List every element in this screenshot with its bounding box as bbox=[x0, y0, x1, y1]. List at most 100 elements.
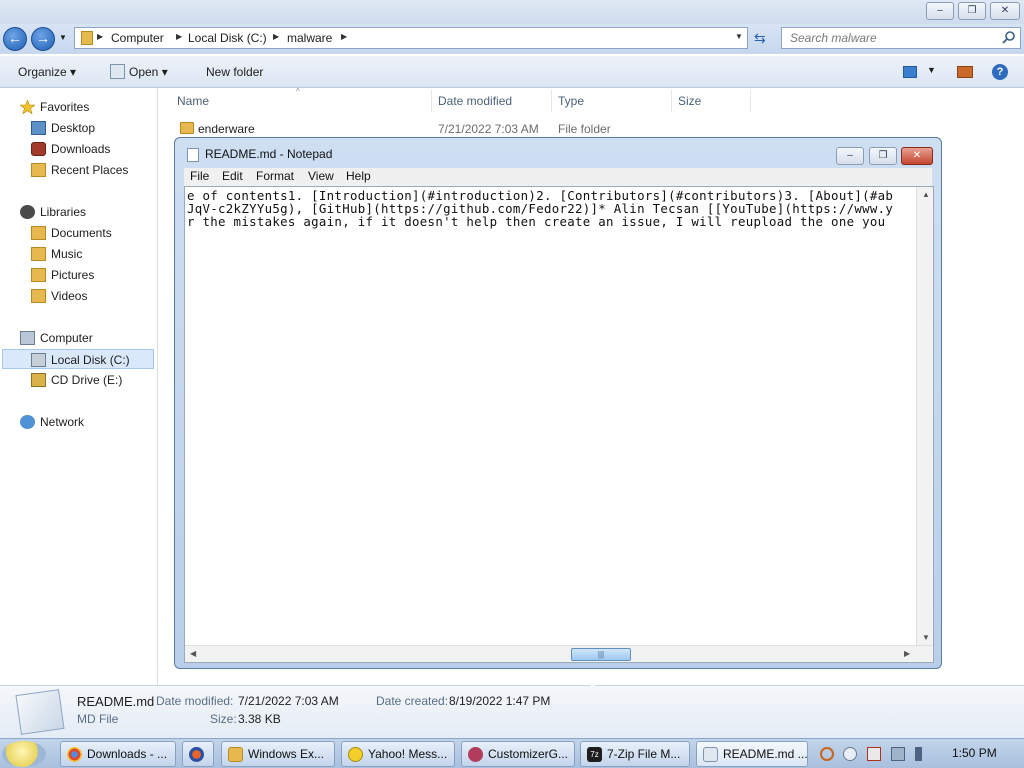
column-headers: Name ^ Date modified Type Size bbox=[159, 87, 1024, 114]
breadcrumb-malware[interactable]: malware bbox=[287, 31, 332, 45]
pictures-icon bbox=[31, 268, 46, 282]
sidebar-item-local-disk[interactable]: Local Disk (C:) bbox=[2, 349, 154, 369]
sidebar-item-music[interactable]: Music bbox=[31, 244, 151, 264]
details-date-created: 8/19/2022 1:47 PM bbox=[449, 694, 551, 708]
chevron-right-icon[interactable]: ▶ bbox=[97, 32, 103, 41]
sidebar-label: Local Disk (C:) bbox=[51, 353, 130, 367]
open-label: Open bbox=[129, 65, 159, 79]
menu-format[interactable]: Format bbox=[256, 169, 294, 183]
sidebar-item-cd-drive[interactable]: CD Drive (E:) bbox=[31, 370, 151, 390]
horizontal-scrollbar[interactable]: ◀ ||| ▶ bbox=[185, 645, 933, 662]
breadcrumb-computer[interactable]: Computer bbox=[111, 31, 164, 45]
network-icon[interactable] bbox=[891, 747, 905, 761]
details-pane: README.md MD File Date modified: 7/21/20… bbox=[0, 685, 1024, 738]
breadcrumb-local-disk[interactable]: Local Disk (C:) bbox=[188, 31, 267, 45]
sidebar-item-desktop[interactable]: Desktop bbox=[31, 118, 151, 138]
open-button[interactable]: Open ▾ bbox=[129, 65, 168, 79]
refresh-icon[interactable]: ⇆ bbox=[754, 30, 766, 47]
search-input[interactable]: Search malware bbox=[790, 31, 877, 45]
chevron-down-icon[interactable]: ▼ bbox=[927, 65, 936, 75]
search-box[interactable]: Search malware bbox=[781, 27, 1021, 49]
firefox-icon bbox=[189, 747, 204, 762]
sidebar-item-recent-places[interactable]: Recent Places bbox=[31, 160, 155, 180]
gear-icon bbox=[468, 747, 483, 762]
taskbar-button-7zip[interactable]: 7z 7-Zip File M... bbox=[580, 741, 690, 767]
new-folder-button[interactable]: New folder bbox=[206, 65, 263, 79]
taskbar-button-yahoo-messenger[interactable]: Yahoo! Mess... bbox=[341, 741, 455, 767]
sidebar-label: Downloads bbox=[51, 142, 111, 156]
search-icon[interactable] bbox=[1002, 30, 1016, 44]
minimize-button[interactable]: – bbox=[926, 2, 954, 20]
view-icon[interactable] bbox=[903, 66, 917, 78]
sidebar-item-videos[interactable]: Videos bbox=[31, 286, 151, 306]
chevron-right-icon[interactable]: ▶ bbox=[273, 32, 279, 41]
column-divider[interactable] bbox=[671, 90, 672, 112]
details-file-name: README.md bbox=[77, 694, 155, 709]
column-divider[interactable] bbox=[431, 90, 432, 112]
table-row[interactable]: enderware 7/21/2022 7:03 AM File folder bbox=[176, 120, 756, 138]
taskbar-button-windows-explorer[interactable]: Windows Ex... bbox=[221, 741, 335, 767]
sidebar-item-libraries[interactable]: Libraries bbox=[20, 202, 150, 222]
notepad-title: README.md - Notepad bbox=[205, 147, 333, 161]
text-line: r the mistakes again, if it doesn't help… bbox=[187, 214, 886, 229]
taskbar-button-customizer[interactable]: CustomizerG... bbox=[461, 741, 575, 767]
sidebar-item-favorites[interactable]: Favorites bbox=[20, 97, 150, 117]
column-header-name[interactable]: Name bbox=[177, 94, 209, 108]
start-button[interactable] bbox=[2, 741, 46, 767]
task-label: 7-Zip File M... bbox=[607, 747, 681, 761]
details-size-label: Size: bbox=[210, 712, 237, 726]
recent-pages-icon[interactable]: ▼ bbox=[59, 33, 67, 42]
documents-icon bbox=[31, 226, 46, 240]
computer-icon bbox=[20, 331, 35, 345]
column-header-size[interactable]: Size bbox=[678, 94, 701, 108]
menu-file[interactable]: File bbox=[190, 169, 209, 183]
vertical-scrollbar[interactable]: ▲ ▼ bbox=[916, 187, 933, 645]
clock[interactable]: 1:50 PM bbox=[952, 746, 997, 760]
column-header-date[interactable]: Date modified bbox=[438, 94, 512, 108]
sidebar-item-computer[interactable]: Computer bbox=[20, 328, 150, 348]
scroll-left-icon[interactable]: ◀ bbox=[190, 649, 196, 658]
notepad-text-area[interactable]: e of contents1. [Introduction](#introduc… bbox=[184, 186, 934, 663]
column-divider[interactable] bbox=[750, 90, 751, 112]
scroll-right-icon[interactable]: ▶ bbox=[904, 649, 910, 658]
chevron-right-icon[interactable]: ▶ bbox=[176, 32, 182, 41]
notepad-window: README.md - Notepad – ❐ ✕ File Edit Form… bbox=[174, 137, 942, 669]
back-icon[interactable]: ← bbox=[3, 27, 27, 51]
address-bar[interactable]: ▶ Computer ▶ Local Disk (C:) ▶ malware ▶… bbox=[74, 27, 748, 49]
chrome-icon bbox=[67, 747, 82, 762]
sidebar-item-pictures[interactable]: Pictures bbox=[31, 265, 151, 285]
maximize-button[interactable]: ❐ bbox=[869, 147, 897, 165]
scroll-up-icon[interactable]: ▲ bbox=[922, 190, 930, 199]
forward-icon[interactable]: → bbox=[31, 27, 55, 51]
taskbar-button-downloads[interactable]: Downloads - ... bbox=[60, 741, 176, 767]
sidebar-label: Music bbox=[51, 247, 83, 261]
sidebar-item-network[interactable]: Network bbox=[20, 412, 150, 432]
action-center-icon[interactable] bbox=[867, 747, 881, 761]
sidebar-item-downloads[interactable]: Downloads bbox=[31, 139, 151, 159]
menu-view[interactable]: View bbox=[308, 169, 334, 183]
menu-edit[interactable]: Edit bbox=[222, 169, 243, 183]
taskbar-button-notepad[interactable]: README.md ... bbox=[696, 741, 808, 767]
explorer-title-bar: – ❐ ✕ bbox=[0, 0, 1024, 24]
volume-icon[interactable] bbox=[915, 747, 929, 761]
sidebar-item-documents[interactable]: Documents bbox=[31, 223, 151, 243]
menu-help[interactable]: Help bbox=[346, 169, 371, 183]
close-button[interactable]: ✕ bbox=[901, 147, 933, 165]
preview-pane-icon[interactable] bbox=[957, 66, 973, 78]
close-button[interactable]: ✕ bbox=[990, 2, 1020, 20]
file-date: 7/21/2022 7:03 AM bbox=[438, 122, 539, 136]
scroll-down-icon[interactable]: ▼ bbox=[922, 633, 930, 642]
column-divider[interactable] bbox=[551, 90, 552, 112]
chevron-down-icon[interactable]: ▼ bbox=[735, 32, 743, 41]
column-header-type[interactable]: Type bbox=[558, 94, 584, 108]
organize-button[interactable]: Organize ▾ bbox=[18, 65, 76, 79]
minimize-button[interactable]: – bbox=[836, 147, 864, 165]
magnifier-icon[interactable] bbox=[820, 747, 834, 761]
taskbar-button-firefox[interactable] bbox=[182, 741, 214, 767]
status-icon[interactable] bbox=[843, 747, 857, 761]
chevron-right-icon[interactable]: ▶ bbox=[341, 32, 347, 41]
folder-icon bbox=[81, 31, 93, 45]
maximize-button[interactable]: ❐ bbox=[958, 2, 986, 20]
scrollbar-thumb[interactable]: ||| bbox=[571, 648, 631, 661]
help-icon[interactable]: ? bbox=[992, 64, 1008, 80]
